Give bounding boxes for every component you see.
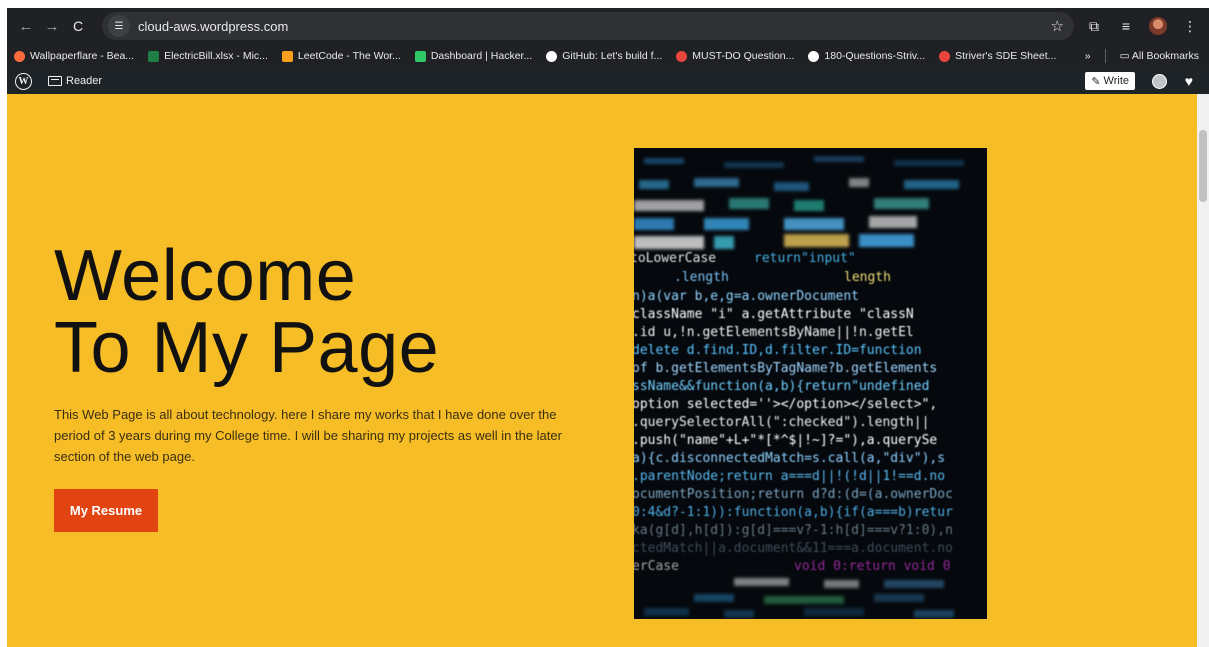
bookmark-star-icon[interactable]: ☆ bbox=[1051, 17, 1064, 35]
bookmark-favicon-icon bbox=[676, 50, 688, 62]
more-bookmarks-button[interactable]: » bbox=[1085, 50, 1091, 62]
bookmark-item[interactable]: MUST-DO Question... bbox=[669, 50, 801, 62]
bookmark-label: Striver's SDE Sheet... bbox=[955, 50, 1057, 62]
reader-label: Reader bbox=[66, 75, 103, 87]
intro-paragraph: This Web Page is all about technology. h… bbox=[54, 407, 562, 464]
bookmark-item[interactable]: Striver's SDE Sheet... bbox=[932, 50, 1063, 62]
github-icon bbox=[546, 50, 558, 62]
write-label: Write bbox=[1103, 75, 1129, 87]
reader-link[interactable]: Reader bbox=[48, 75, 102, 87]
bookmark-favicon-icon bbox=[281, 50, 293, 62]
bookmark-label: LeetCode - The Wor... bbox=[297, 50, 401, 62]
menu-dots-icon[interactable]: ⋮ bbox=[1181, 18, 1199, 35]
notifications-icon[interactable]: ♥ bbox=[1185, 73, 1193, 89]
media-control-icon[interactable]: ≡ bbox=[1117, 18, 1135, 34]
reader-icon bbox=[48, 76, 62, 86]
code-image: toLowerCase return"input" .length length… bbox=[634, 148, 987, 619]
scrollbar[interactable] bbox=[1197, 94, 1209, 647]
bookmark-favicon-icon bbox=[939, 50, 951, 62]
page-content: Welcome To My Page This Web Page is all … bbox=[7, 94, 1197, 647]
user-avatar[interactable] bbox=[1152, 74, 1167, 89]
back-button[interactable]: ← bbox=[13, 13, 39, 39]
bookmark-item[interactable]: ElectricBill.xlsx - Mic... bbox=[141, 50, 275, 62]
wp-admin-bar: W Reader ✎ Write ♥ bbox=[7, 68, 1209, 94]
write-button[interactable]: ✎ Write bbox=[1085, 72, 1135, 90]
bookmark-favicon-icon bbox=[14, 50, 25, 62]
bookmark-item[interactable]: Dashboard | Hacker... bbox=[408, 50, 539, 62]
page-title: Welcome To My Page bbox=[54, 240, 594, 384]
all-bookmarks-label: All Bookmarks bbox=[1131, 50, 1199, 62]
pen-icon: ✎ bbox=[1091, 75, 1101, 88]
bookmark-label: MUST-DO Question... bbox=[692, 50, 795, 62]
divider bbox=[1104, 49, 1106, 63]
bookmark-item[interactable]: 180-Questions-Striv... bbox=[801, 50, 932, 62]
bookmark-item[interactable]: GitHub: Let's build f... bbox=[539, 50, 669, 62]
bookmarks-bar: Wallpaperflare - Bea... ElectricBill.xls… bbox=[7, 44, 1209, 68]
github-icon bbox=[808, 50, 820, 62]
code-image-graphic: toLowerCase return"input" .length length… bbox=[634, 148, 987, 619]
forward-button[interactable]: → bbox=[39, 13, 65, 39]
browser-toolbar: ← → C ☰ cloud-aws.wordpress.com ☆ ⧉ ≡ ⋮ bbox=[7, 8, 1209, 44]
address-bar[interactable]: ☰ cloud-aws.wordpress.com ☆ bbox=[102, 12, 1074, 40]
browser-window: ← → C ☰ cloud-aws.wordpress.com ☆ ⧉ ≡ ⋮ … bbox=[7, 8, 1209, 647]
bookmark-label: GitHub: Let's build f... bbox=[562, 50, 663, 62]
reload-button[interactable]: C bbox=[65, 13, 91, 39]
wordpress-logo-icon[interactable]: W bbox=[15, 72, 32, 90]
all-bookmarks-button[interactable]: ▭ All Bookmarks bbox=[1120, 50, 1199, 62]
extensions-icon[interactable]: ⧉ bbox=[1085, 18, 1103, 35]
bookmark-item[interactable]: LeetCode - The Wor... bbox=[275, 50, 408, 62]
profile-avatar[interactable] bbox=[1149, 17, 1167, 35]
folder-icon: ▭ bbox=[1119, 50, 1130, 62]
bookmarks-overflow: » ▭ All Bookmarks bbox=[1085, 44, 1209, 68]
bookmark-label: ElectricBill.xlsx - Mic... bbox=[164, 50, 268, 62]
title-line-2: To My Page bbox=[54, 308, 440, 388]
url-text[interactable]: cloud-aws.wordpress.com bbox=[138, 19, 288, 34]
site-info-icon[interactable]: ☰ bbox=[108, 15, 130, 37]
bookmark-label: Dashboard | Hacker... bbox=[430, 50, 533, 62]
bookmark-favicon-icon bbox=[148, 50, 160, 62]
scrollbar-thumb[interactable] bbox=[1199, 130, 1207, 202]
bookmark-favicon-icon bbox=[414, 50, 426, 62]
bookmark-label: 180-Questions-Striv... bbox=[824, 50, 926, 62]
resume-button[interactable]: My Resume bbox=[54, 489, 158, 532]
title-line-1: Welcome bbox=[54, 236, 357, 316]
bookmark-label: Wallpaperflare - Bea... bbox=[30, 50, 135, 62]
toolbar-actions: ⧉ ≡ ⋮ bbox=[1085, 8, 1209, 44]
bookmark-item[interactable]: Wallpaperflare - Bea... bbox=[7, 50, 141, 62]
